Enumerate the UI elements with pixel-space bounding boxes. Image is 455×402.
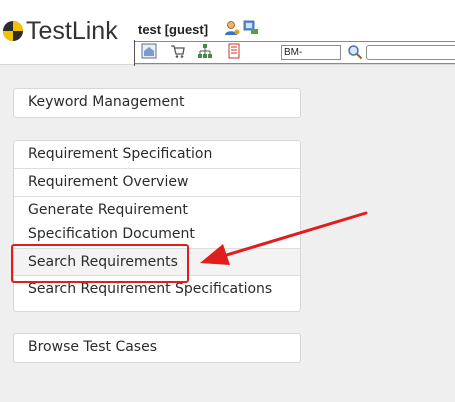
testlink-logo[interactable]: TestLink	[2, 14, 118, 48]
search-icon[interactable]	[347, 44, 363, 60]
logo-text: TestLink	[26, 16, 118, 45]
keywords-panel: Keyword Management	[13, 88, 301, 118]
logout-icon[interactable]	[243, 19, 259, 35]
toolbar-left-edge	[134, 40, 135, 66]
header-divider	[0, 64, 455, 65]
search-input[interactable]	[366, 45, 455, 60]
testcases-panel: Browse Test Cases	[13, 333, 301, 363]
home-icon[interactable]	[141, 43, 157, 59]
testcase-id-input[interactable]	[281, 45, 341, 60]
highlight-box	[11, 244, 189, 283]
document-icon[interactable]	[226, 43, 242, 59]
cart-icon[interactable]	[170, 43, 186, 59]
menu-item-keyword-management[interactable]: Keyword Management	[14, 89, 300, 117]
user-settings-icon[interactable]	[224, 20, 240, 36]
menu-item-browse-test-cases[interactable]: Browse Test Cases	[14, 334, 300, 362]
menu-item-generate-requirement-specification-document[interactable]: Generate Requirement Specification Docum…	[14, 197, 214, 249]
sitemap-icon[interactable]	[197, 43, 213, 59]
current-user: test [guest]	[138, 22, 209, 37]
menu-item-requirement-overview[interactable]: Requirement Overview	[14, 169, 300, 197]
testlink-logo-icon	[3, 21, 23, 41]
menu-item-requirement-specification[interactable]: Requirement Specification	[14, 141, 300, 169]
annotation-arrow	[200, 211, 368, 265]
